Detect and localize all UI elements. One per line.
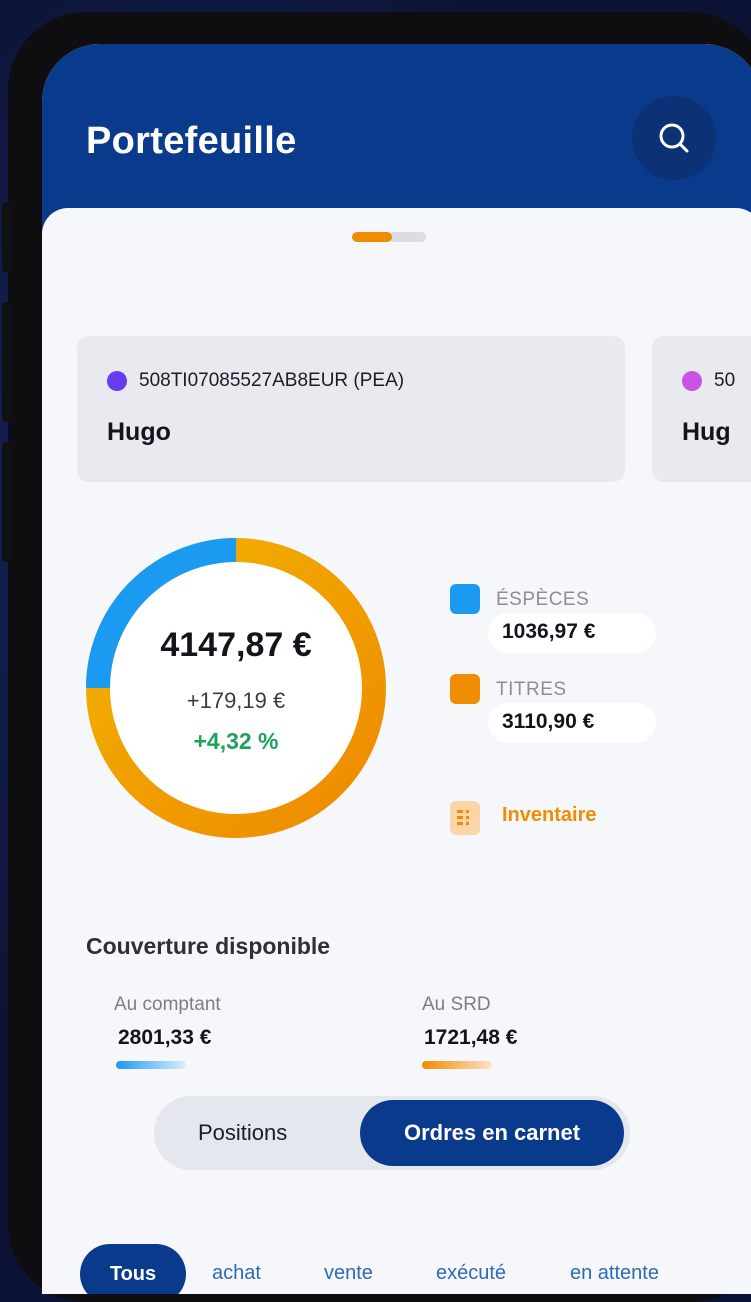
donut-center: 4147,87 € +179,19 € +4,32 % — [86, 538, 386, 838]
account-color-dot — [682, 371, 702, 391]
page-dot-active — [352, 232, 392, 242]
search-icon — [659, 123, 689, 153]
phone-volume-button — [2, 302, 10, 422]
portfolio-total: 4147,87 € — [160, 626, 312, 664]
phone-volume-button — [2, 442, 10, 562]
cash-coverage-value: 2801,33 € — [118, 1026, 212, 1049]
order-filters: Tous achat vente exécuté en attente — [80, 1244, 751, 1294]
account-card[interactable]: 50 Hug — [652, 336, 751, 482]
coverage-title: Couverture disponible — [86, 933, 331, 959]
especes-label: ÉSPÈCES — [496, 589, 590, 610]
app-screen: Portefeuille 508TI07085527AB8EUR (PEA) H… — [42, 44, 751, 1294]
page-indicator — [352, 232, 426, 242]
portfolio-change: +179,19 € — [186, 688, 286, 713]
titres-swatch — [450, 674, 480, 704]
filter-execute[interactable]: exécuté — [436, 1262, 506, 1285]
account-id: 50 — [714, 370, 736, 391]
phone-frame: Portefeuille 508TI07085527AB8EUR (PEA) H… — [2, 12, 751, 1302]
phone-side-button — [2, 202, 10, 272]
filter-tous[interactable]: Tous — [80, 1244, 186, 1294]
filter-achat[interactable]: achat — [212, 1262, 261, 1285]
especes-value: 1036,97 € — [502, 620, 596, 643]
filter-en-attente[interactable]: en attente — [570, 1262, 659, 1285]
filter-vente[interactable]: vente — [324, 1262, 373, 1285]
page-title: Portefeuille — [86, 120, 297, 162]
cash-coverage-bar — [116, 1061, 186, 1069]
content-sheet: 508TI07085527AB8EUR (PEA) Hugo 50 Hug 41… — [42, 208, 751, 1294]
tab-positions[interactable]: Positions — [198, 1120, 287, 1146]
portfolio-change-pct: +4,32 % — [193, 728, 279, 754]
account-id-row: 50 — [682, 370, 735, 392]
page-dot — [388, 232, 426, 242]
account-owner: Hugo — [107, 418, 171, 446]
titres-value: 3110,90 € — [502, 710, 595, 733]
account-id-row: 508TI07085527AB8EUR (PEA) — [107, 370, 404, 392]
account-id: 508TI07085527AB8EUR (PEA) — [139, 370, 405, 391]
especes-swatch — [450, 584, 480, 614]
account-owner: Hug — [682, 418, 731, 446]
tab-ordres-en-carnet[interactable]: Ordres en carnet — [360, 1100, 624, 1166]
search-button[interactable] — [632, 96, 716, 180]
account-card[interactable]: 508TI07085527AB8EUR (PEA) Hugo — [77, 336, 625, 482]
cash-coverage-label: Au comptant — [114, 994, 221, 1015]
titres-label: TITRES — [496, 679, 567, 700]
view-segmented-control: Positions Ordres en carnet — [154, 1096, 630, 1170]
header-bar: Portefeuille — [42, 44, 751, 234]
srd-coverage-value: 1721,48 € — [424, 1026, 518, 1049]
account-color-dot — [107, 371, 127, 391]
srd-coverage-bar — [422, 1061, 492, 1069]
srd-coverage-label: Au SRD — [422, 994, 491, 1015]
inventory-link[interactable]: Inventaire — [502, 804, 596, 827]
inventory-icon[interactable] — [450, 801, 480, 835]
list-icon — [457, 810, 469, 825]
